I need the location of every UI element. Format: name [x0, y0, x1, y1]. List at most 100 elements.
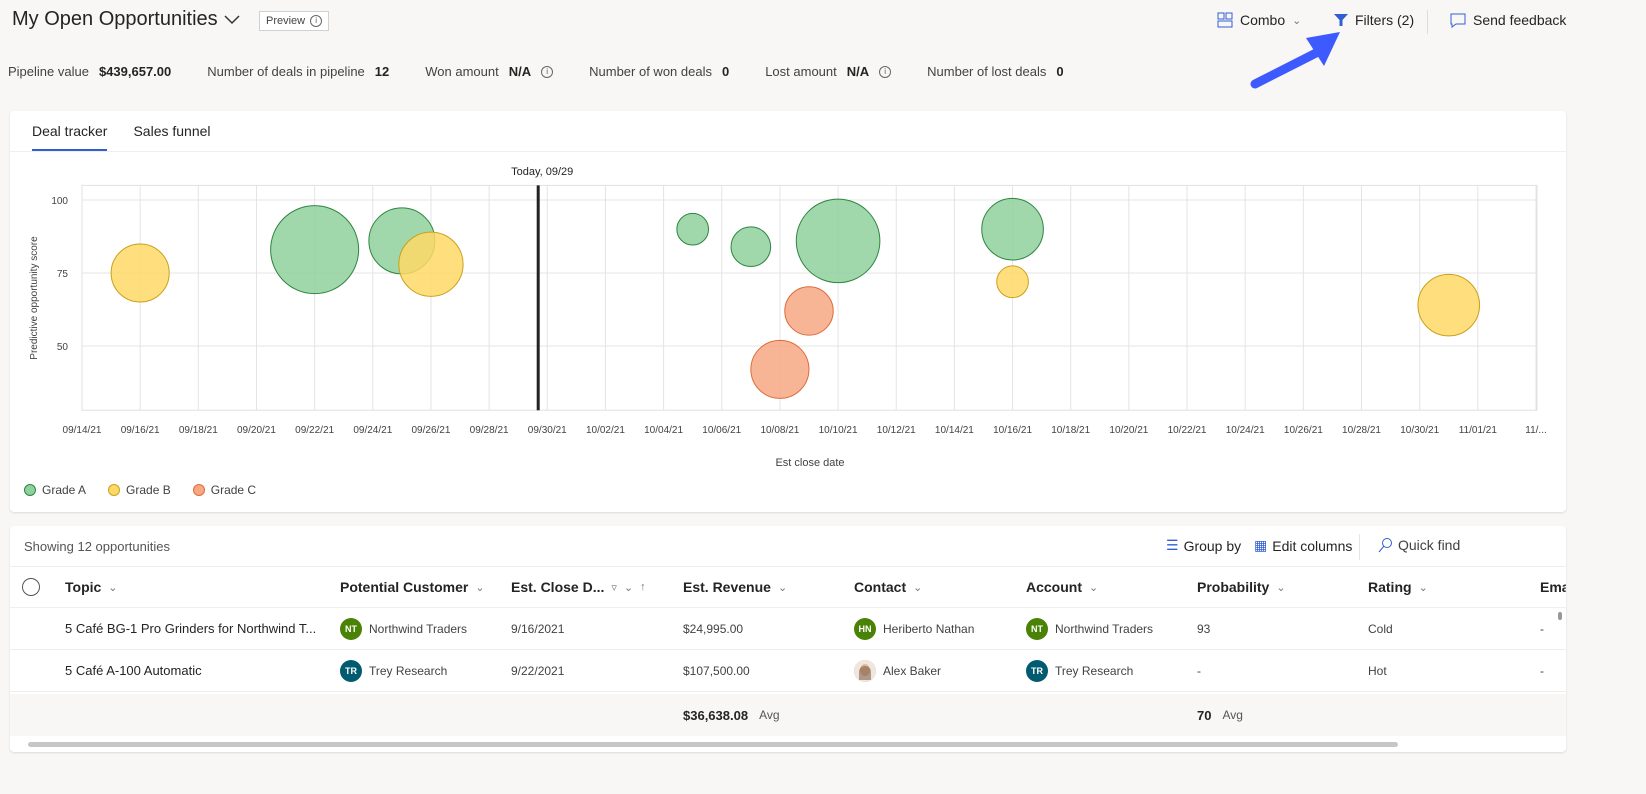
- x-tick-label: 10/14/21: [935, 425, 974, 436]
- probability: 93: [1197, 621, 1211, 636]
- bubble-grade-a[interactable]: [981, 197, 1044, 261]
- kpi-value: $439,657.00: [98, 64, 172, 79]
- column-header[interactable]: Rating ⌄: [1368, 567, 1428, 607]
- column-header[interactable]: Probability ⌄: [1197, 567, 1286, 607]
- x-tick-label: 10/18/21: [1051, 425, 1090, 436]
- today-label: Today, 09/29: [511, 166, 573, 178]
- legend-swatch: [192, 484, 205, 496]
- kpi-label: Number of won deals: [589, 64, 712, 79]
- column-header[interactable]: Potential Customer ⌄: [340, 567, 485, 607]
- contact-link[interactable]: Heriberto Nathan: [883, 622, 974, 636]
- tab-sales-funnel[interactable]: Sales funnel: [133, 111, 223, 151]
- chevron-down-icon: ⌄: [1418, 581, 1428, 594]
- bubble-grade-a[interactable]: [676, 212, 710, 246]
- record-count: Showing 12 opportunities: [24, 539, 170, 554]
- view-selector[interactable]: My Open Opportunities: [12, 8, 240, 31]
- grid-toolbar: Showing 12 opportunities ☰ Group by ▦ Edit…: [10, 526, 1566, 567]
- kpi-value: 0: [1056, 64, 1064, 79]
- column-header[interactable]: Est. Close D... ▿ ⌄ ↑: [511, 567, 646, 607]
- search-icon: [1378, 538, 1392, 553]
- grid-header: Topic ⌄ Potential Customer ⌄ Est. Close D...…: [10, 567, 1566, 608]
- customer-link[interactable]: Northwind Traders: [369, 622, 467, 636]
- legend-grade-b[interactable]: Grade B: [108, 483, 171, 497]
- column-header[interactable]: Contact ⌄: [854, 567, 922, 607]
- column-label: Probability: [1197, 579, 1270, 595]
- legend-grade-c[interactable]: Grade C: [192, 483, 257, 497]
- filters-label: Filters (2): [1355, 12, 1415, 28]
- horizontal-scrollbar[interactable]: [28, 742, 1398, 747]
- rating: Hot: [1368, 663, 1387, 678]
- quick-find-input[interactable]: Quick find: [1377, 537, 1460, 553]
- x-tick-label: 10/30/21: [1400, 425, 1439, 436]
- x-tick-label: 10/08/21: [760, 425, 799, 436]
- kpi-label: Won amount: [425, 64, 499, 79]
- column-label: Contact: [854, 579, 907, 595]
- x-tick-label: 09/20/21: [237, 425, 276, 436]
- x-tick-label: 09/22/21: [295, 425, 334, 436]
- kpi-value: 12: [374, 64, 390, 79]
- table-row[interactable]: 5 Café BG-1 Pro Grinders for Northwind T…: [10, 608, 1566, 650]
- group-by-label: Group by: [1183, 537, 1242, 554]
- x-tick-label: 11/...: [1525, 425, 1547, 436]
- topic-link[interactable]: 5 Café A-100 Automatic: [65, 663, 202, 678]
- x-tick-label: 10/28/21: [1342, 425, 1381, 436]
- y-tick-label: 50: [57, 342, 69, 353]
- bubble-grade-c[interactable]: [750, 339, 810, 399]
- kpi-label: Number of lost deals: [927, 64, 1047, 79]
- table-row[interactable]: 5 Café A-100 Automatic TR Trey Research 9/2…: [10, 650, 1566, 692]
- info-icon[interactable]: i: [879, 65, 892, 78]
- column-header[interactable]: Topic ⌄: [65, 567, 118, 607]
- sort-ascending-icon: ↑: [640, 581, 646, 593]
- column-label: Est. Revenue: [683, 579, 771, 595]
- account-link[interactable]: Trey Research: [1055, 664, 1133, 678]
- revenue: $24,995.00: [683, 621, 744, 636]
- grid-footer: $36,638.08 Avg 70 Avg: [10, 694, 1566, 736]
- select-all-checkbox[interactable]: [22, 567, 40, 607]
- aggregate-label: Avg: [1222, 708, 1243, 722]
- bubble-grade-a[interactable]: [795, 198, 881, 284]
- avatar: TR: [1026, 659, 1048, 682]
- info-icon[interactable]: i: [541, 65, 554, 78]
- kpi-label: Number of deals in pipeline: [207, 64, 365, 79]
- avatar: [854, 659, 876, 682]
- x-tick-label: 10/26/21: [1284, 425, 1323, 436]
- edit-columns-button[interactable]: ▦ Edit columns: [1254, 537, 1352, 554]
- chevron-down-icon: ⌄: [108, 581, 118, 594]
- customer-link[interactable]: Trey Research: [369, 664, 447, 678]
- avatar: TR: [340, 659, 362, 682]
- kpi-value: N/A: [846, 64, 870, 79]
- tab-deal-tracker[interactable]: Deal tracker: [32, 111, 108, 151]
- bubble-grade-a[interactable]: [270, 205, 360, 295]
- column-header[interactable]: Emai: [1540, 567, 1566, 607]
- column-header[interactable]: Est. Revenue ⌄: [683, 567, 787, 607]
- bubble-grade-b[interactable]: [1417, 273, 1481, 337]
- probability-aggregate: 70: [1197, 707, 1212, 723]
- group-by-button[interactable]: ☰ Group by: [1166, 537, 1241, 554]
- group-by-icon: ☰: [1166, 537, 1179, 553]
- send-feedback-button[interactable]: Send feedback: [1450, 12, 1566, 28]
- bubble-grade-b[interactable]: [398, 231, 464, 297]
- bubble-grade-a[interactable]: [730, 226, 772, 268]
- bubble-grade-b[interactable]: [996, 265, 1029, 299]
- topic-link[interactable]: 5 Café BG-1 Pro Grinders for Northwind T…: [65, 621, 316, 636]
- kpi-value: 0: [721, 64, 730, 79]
- column-header[interactable]: Account ⌄: [1026, 567, 1098, 607]
- divider: [1427, 10, 1428, 34]
- legend-label: Grade C: [210, 483, 257, 497]
- legend-grade-a[interactable]: Grade A: [24, 483, 86, 497]
- chevron-down-icon: ⌄: [623, 581, 634, 594]
- preview-badge[interactable]: Preview i: [259, 11, 330, 31]
- x-tick-label: 10/10/21: [819, 425, 858, 436]
- bubble-grade-c[interactable]: [784, 286, 834, 336]
- legend-swatch: [24, 484, 36, 496]
- x-tick-label: 10/20/21: [1109, 425, 1148, 436]
- bubble-grade-b[interactable]: [110, 243, 170, 303]
- vertical-scrollbar[interactable]: [1558, 612, 1562, 620]
- x-tick-label: 10/02/21: [586, 425, 625, 436]
- account-link[interactable]: Northwind Traders: [1055, 622, 1153, 636]
- email: -: [1540, 621, 1544, 636]
- kpi-label: Pipeline value: [8, 64, 89, 79]
- contact-link[interactable]: Alex Baker: [883, 664, 941, 678]
- chevron-down-icon: ⌄: [1089, 581, 1099, 594]
- preview-label: Preview: [266, 15, 306, 27]
